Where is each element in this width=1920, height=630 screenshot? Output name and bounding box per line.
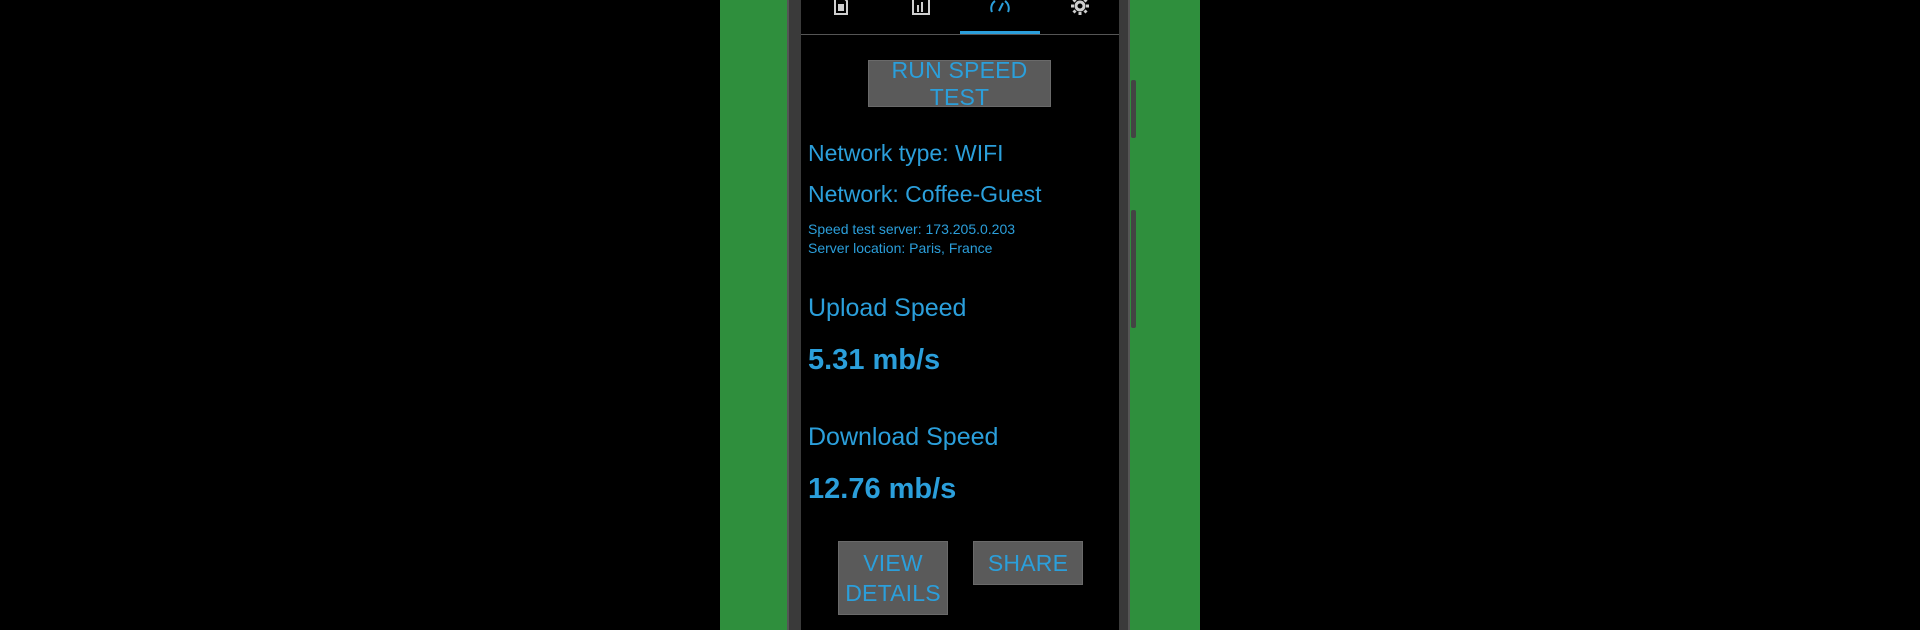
speedometer-icon — [990, 0, 1010, 13]
speed-test-server-text: Speed test server: 173.205.0.203 — [808, 221, 1016, 237]
upload-speed-value: 5.31 mb/s — [808, 344, 941, 376]
tab-settings[interactable] — [1040, 0, 1119, 34]
view-details-label-line1: VIEW — [863, 550, 923, 576]
download-speed-label: Download Speed — [808, 423, 999, 451]
phone-screen: RUN SPEED TEST Network type: WIFI Networ… — [801, 0, 1119, 630]
phone-volume-button — [1131, 210, 1136, 328]
upload-speed-label: Upload Speed — [808, 294, 967, 322]
view-details-button[interactable]: VIEW DETAILS — [838, 541, 948, 615]
run-speed-test-button[interactable]: RUN SPEED TEST — [868, 57, 1051, 110]
sim-card-icon — [834, 0, 848, 15]
network-name-text: Network: Coffee-Guest — [808, 181, 1042, 207]
tab-cell[interactable] — [881, 0, 961, 34]
cell-tower-icon — [912, 0, 930, 15]
stage: RUN SPEED TEST Network type: WIFI Networ… — [0, 0, 1920, 630]
server-location-text: Server location: Paris, France — [808, 240, 993, 256]
tab-bar — [801, 0, 1119, 35]
network-type-text: Network type: WIFI — [808, 140, 1004, 166]
gear-icon — [1071, 0, 1089, 15]
view-details-label-line2: DETAILS — [845, 580, 941, 606]
tab-sim[interactable] — [801, 0, 881, 34]
phone-power-button — [1131, 80, 1136, 138]
tab-bar-divider — [801, 34, 1119, 35]
tab-speed-test[interactable] — [960, 0, 1040, 34]
share-button[interactable]: SHARE — [973, 541, 1083, 585]
download-speed-value: 12.76 mb/s — [808, 473, 957, 505]
